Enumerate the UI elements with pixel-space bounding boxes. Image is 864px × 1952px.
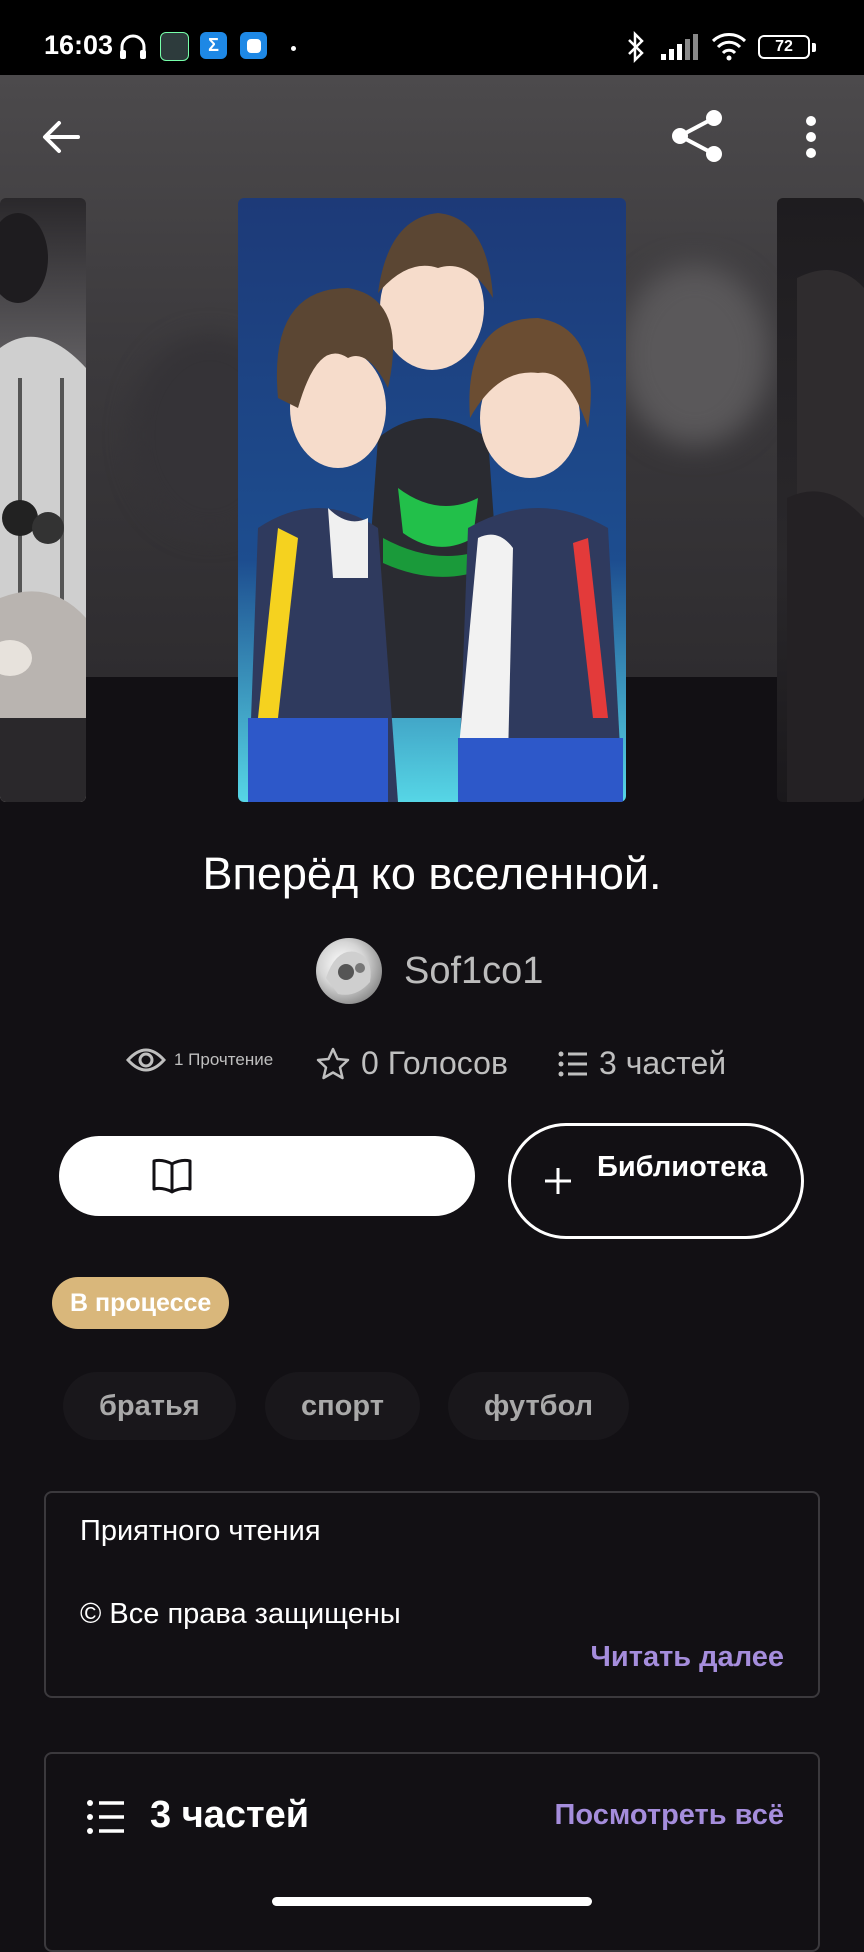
avatar[interactable]	[316, 938, 382, 1004]
blue-app-icon	[240, 32, 267, 59]
plus-icon	[545, 1168, 571, 1194]
tag-chip[interactable]: футбол	[448, 1372, 630, 1440]
star-icon	[316, 1047, 350, 1079]
parts-label: 3 частей	[599, 1045, 727, 1081]
story-cover-image	[238, 198, 626, 802]
tag-chip[interactable]: братья	[63, 1372, 236, 1440]
author-name[interactable]: Sof1co1	[404, 950, 543, 993]
status-bar: 16:03 Σ 72	[0, 0, 864, 75]
battery-level: 72	[775, 38, 793, 55]
status-time: 16:03	[44, 30, 114, 60]
story-title: Вперёд ко вселенной.	[202, 848, 662, 899]
parts-title: 3 частей	[150, 1794, 310, 1836]
story-stats: 1 Прочтение 0 Голосов 3 частей	[0, 1045, 864, 1090]
reads-label: 1 Прочтение	[174, 1050, 274, 1069]
view-all-link[interactable]: Посмотреть всё	[555, 1799, 784, 1832]
library-label: Библиотека	[597, 1151, 768, 1183]
votes-label: 0 Голосов	[361, 1045, 508, 1081]
copyright-line: © Все права защищены	[80, 1598, 401, 1630]
votes-stat: 0 Голосов	[315, 1045, 508, 1082]
next-story-cover[interactable]	[777, 198, 864, 802]
read-button[interactable]	[59, 1136, 475, 1216]
description-card: Приятного чтения © Все права защищены Чи…	[44, 1491, 820, 1698]
home-indicator[interactable]	[272, 1897, 592, 1906]
arrow-left-icon[interactable]	[40, 116, 82, 158]
tag-chip[interactable]: спорт	[265, 1372, 420, 1440]
share-icon[interactable]	[668, 108, 726, 164]
read-more-link[interactable]: Читать далее	[591, 1641, 784, 1674]
bluetooth-icon	[628, 31, 644, 63]
author-link[interactable]: Sof1co1	[316, 938, 543, 1004]
list-icon	[87, 1800, 124, 1834]
signal-icon	[661, 34, 698, 60]
battery-icon: 72	[758, 35, 816, 59]
list-icon	[558, 1051, 587, 1076]
previous-story-cover[interactable]	[0, 198, 86, 802]
sigma-app-icon: Σ	[200, 32, 227, 59]
status-badge: В процессе	[52, 1277, 230, 1329]
add-to-library-button[interactable]: Библиотека	[508, 1123, 804, 1239]
reads-stat: 1 Прочтение	[126, 1045, 273, 1075]
headphones-icon	[120, 34, 146, 59]
open-book-icon	[152, 1158, 192, 1194]
dot-icon	[291, 46, 296, 51]
more-vertical-icon[interactable]	[800, 115, 822, 159]
parts-section: 3 частей Посмотреть всё	[44, 1752, 820, 1952]
parts-stat: 3 частей	[557, 1045, 726, 1082]
eye-icon	[126, 1048, 166, 1072]
wifi-icon	[711, 33, 747, 61]
app-notification-icon	[160, 32, 189, 61]
description-line: Приятного чтения	[80, 1515, 321, 1547]
